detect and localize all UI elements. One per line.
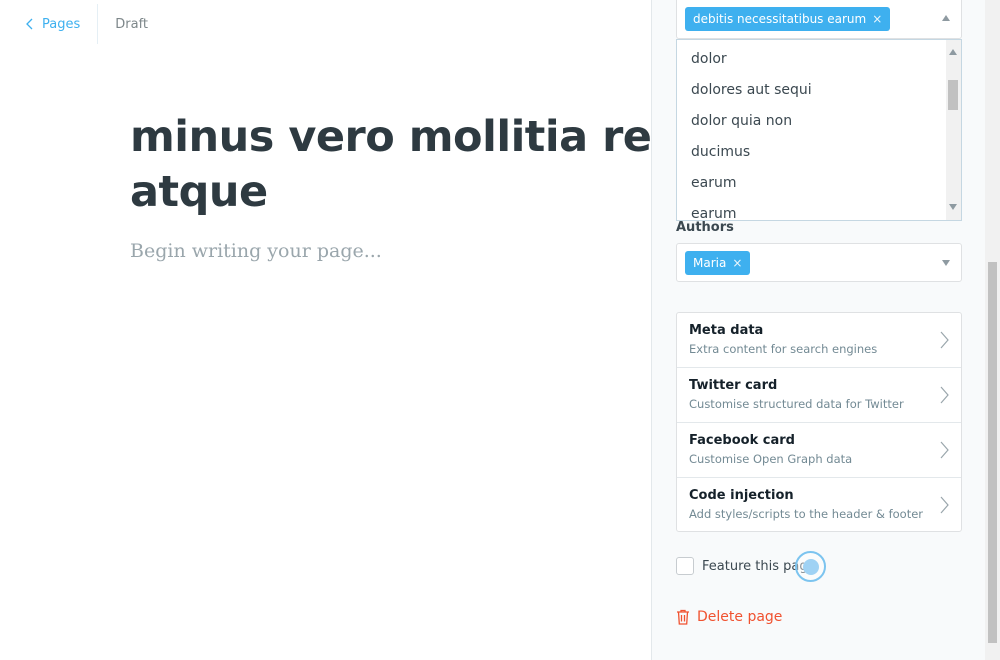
facebook-card-item[interactable]: Facebook card Customise Open Graph data [677,423,961,478]
dropdown-option[interactable]: earum [691,175,736,191]
trash-icon [677,609,689,625]
tag-token-label: debitis necessitatibus earum [693,12,867,26]
dropdown-option[interactable]: dolor quia non [691,113,792,129]
dropdown-option[interactable]: ducimus [691,144,750,160]
nav-item-desc: Customise structured data for Twitter [689,397,904,411]
caret-up-icon[interactable] [949,49,957,55]
caret-down-icon[interactable] [949,204,957,210]
nav-item-title: Code injection [689,488,794,503]
meta-data-item[interactable]: Meta data Extra content for search engin… [677,313,961,368]
chevron-right-icon [940,496,949,514]
feature-checkbox[interactable] [676,557,694,575]
pointer-indicator [795,551,826,582]
chevron-right-icon [940,441,949,459]
chevron-right-icon [940,331,949,349]
page-body-editor[interactable]: Begin writing your page... [130,240,382,262]
dropdown-option[interactable]: dolores aut sequi [691,82,812,98]
nav-item-title: Meta data [689,323,764,338]
twitter-card-item[interactable]: Twitter card Customise structured data f… [677,368,961,423]
nav-item-title: Facebook card [689,433,795,448]
code-injection-item[interactable]: Code injection Add styles/scripts to the… [677,478,961,533]
dropdown-scroll-thumb[interactable] [948,80,958,110]
post-status: Draft [115,16,149,32]
chevron-right-icon [940,386,949,404]
nav-item-desc: Extra content for search engines [689,342,878,356]
back-to-pages-link[interactable]: Pages [0,0,97,48]
dropdown-scrollbar[interactable] [946,40,961,220]
tags-select[interactable]: debitis necessitatibus earum × [676,0,962,39]
delete-label: Delete page [697,609,783,625]
page-scroll-thumb[interactable] [988,262,997,643]
author-token[interactable]: Maria × [685,251,751,275]
tag-token[interactable]: debitis necessitatibus earum × [685,7,891,31]
caret-down-icon[interactable] [942,260,950,266]
caret-up-icon[interactable] [942,15,950,21]
remove-icon[interactable]: × [732,256,742,270]
chevron-left-icon [26,18,33,30]
author-token-label: Maria [693,256,727,270]
nav-item-desc: Add styles/scripts to the header & foote… [689,507,924,521]
authors-select[interactable]: Maria × [676,243,962,282]
tags-dropdown: dolor dolores aut sequi dolor quia non d… [676,39,962,221]
breadcrumb: Pages Draft [0,0,148,48]
pointer-dot [803,559,819,575]
dropdown-option[interactable]: earum [691,206,736,220]
dropdown-option[interactable]: dolor [691,51,727,67]
remove-icon[interactable]: × [872,12,882,26]
authors-label: Authors [676,220,734,235]
nav-item-title: Twitter card [689,378,778,393]
nav-item-desc: Customise Open Graph data [689,452,853,466]
settings-nav-list: Meta data Extra content for search engin… [676,312,962,532]
editor-pane: Pages Draft minus vero mollitia rep atqu… [0,0,651,660]
page-scrollbar[interactable] [985,0,1000,660]
page-title[interactable]: minus vero mollitia rep atque [130,110,651,220]
back-label: Pages [42,16,81,32]
delete-page-button[interactable]: Delete page [676,609,782,625]
